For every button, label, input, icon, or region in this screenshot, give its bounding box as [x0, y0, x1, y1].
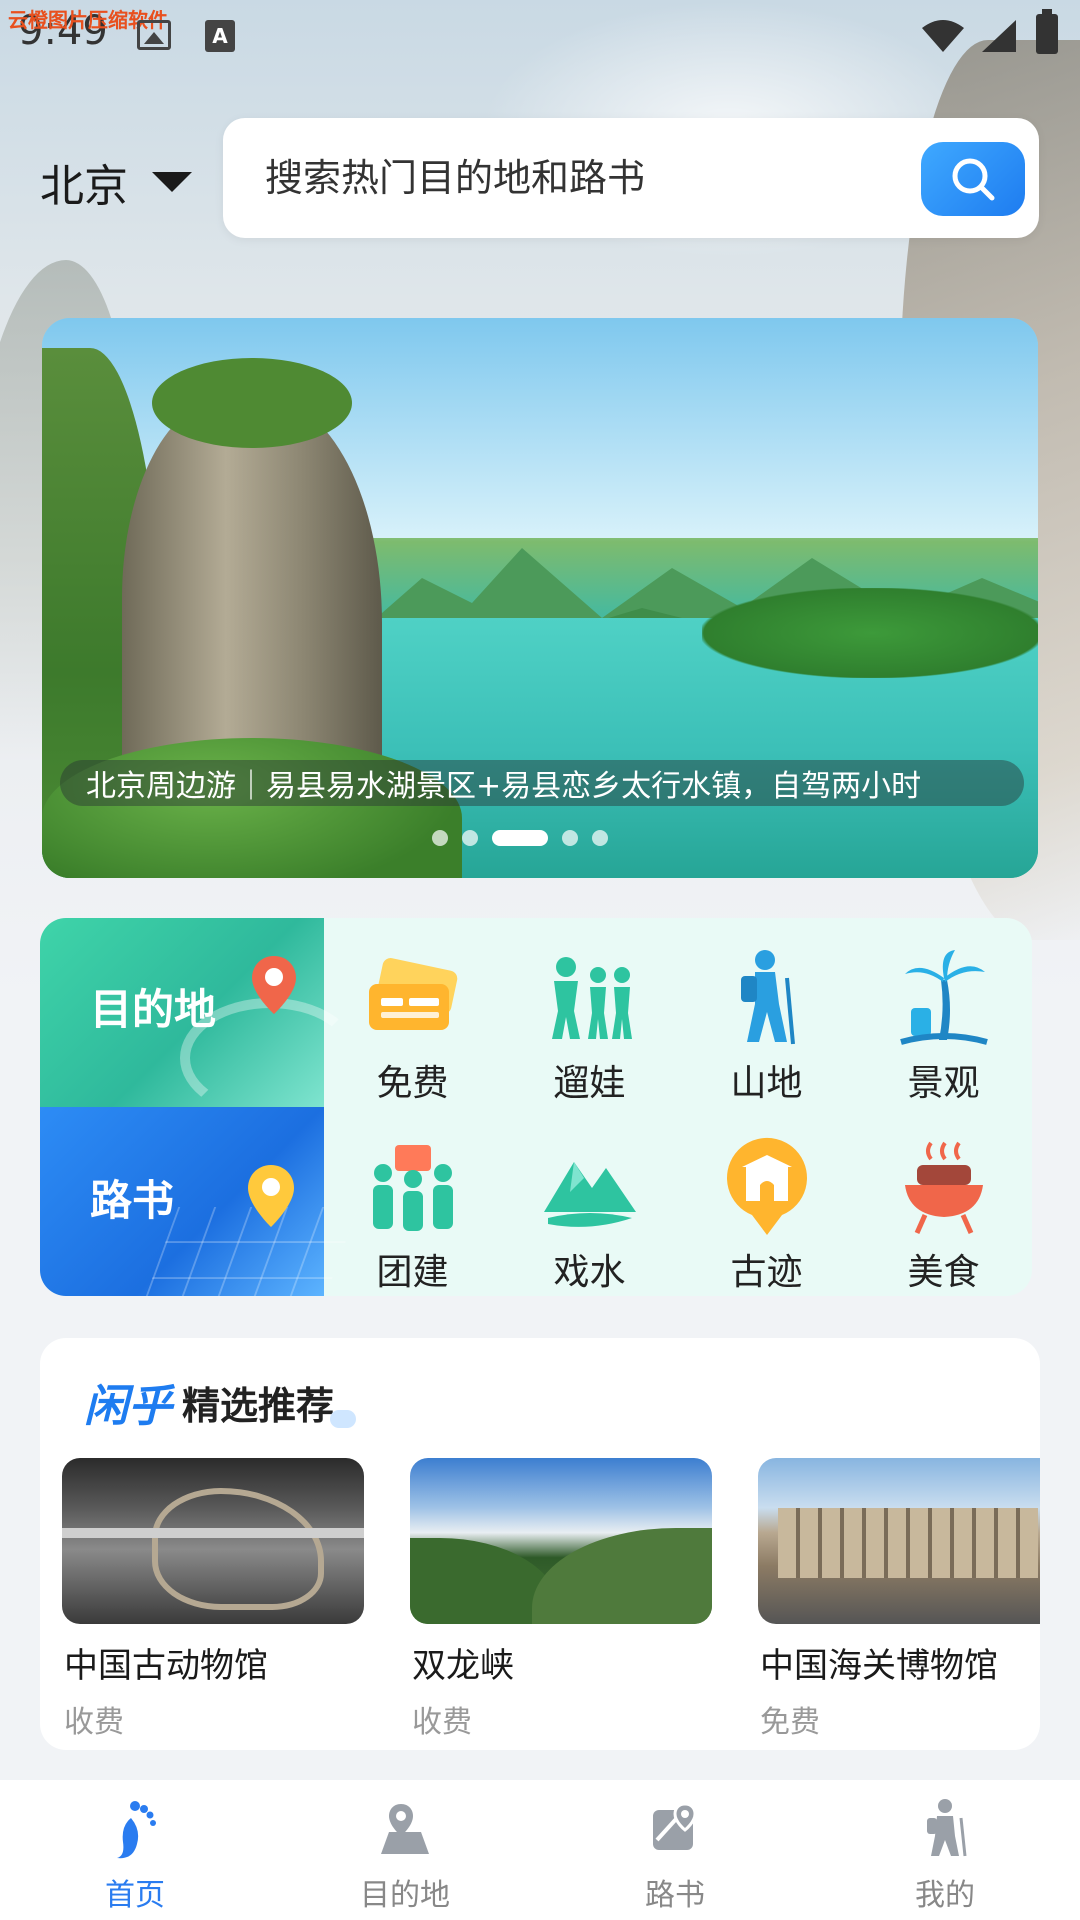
carousel-dot[interactable]: [562, 830, 578, 846]
banner-carousel[interactable]: 北京周边游｜易县易水湖景区+易县恋乡太行水镇，自驾两小时: [42, 318, 1038, 878]
battery-icon: [1036, 9, 1058, 54]
tab-label: 路书: [645, 1878, 705, 1913]
recommendation-image: [410, 1458, 712, 1624]
category-teambuilding[interactable]: 团建: [324, 1107, 501, 1296]
carousel-dot[interactable]: [592, 830, 608, 846]
hiker-profile-icon: [913, 1796, 977, 1860]
recommendation-price: 免费: [760, 1705, 820, 1740]
wifi-icon: [922, 20, 964, 52]
banner-caption-text: 北京周边游｜易县易水湖景区+易县恋乡太行水镇，自驾两小时: [86, 769, 922, 804]
recommendation-name: 中国古动物馆: [64, 1646, 268, 1686]
category-label: 景观: [907, 1063, 980, 1104]
tab-label: 我的: [915, 1878, 975, 1913]
category-label: 团建: [376, 1252, 449, 1293]
category-mountain[interactable]: 山地: [678, 918, 855, 1107]
category-heritage[interactable]: 古迹: [678, 1107, 855, 1296]
image-notification-icon: [137, 20, 171, 50]
recommendation-image: [758, 1458, 1040, 1624]
carousel-dot[interactable]: [432, 830, 448, 846]
ticket-icon: [363, 948, 463, 1048]
recommendation-item[interactable]: 中国海关博物馆 免费: [758, 1458, 1040, 1741]
category-grid: 免费 遛娃 山地 景观 团建 戏水 古迹 美食: [324, 918, 1032, 1296]
destination-tile-label: 目的地: [90, 985, 217, 1034]
city-selector[interactable]: 北京: [40, 150, 192, 214]
recommendation-name: 双龙峡: [412, 1646, 514, 1686]
recommendation-image: [62, 1458, 364, 1624]
section-title: 精选推荐: [182, 1375, 357, 1430]
search-input[interactable]: [265, 156, 885, 200]
recommendation-name: 中国海关博物馆: [760, 1646, 998, 1686]
category-label: 山地: [730, 1063, 803, 1104]
category-panel: 目的地 路书 免费 遛娃 山地 景观 团建 戏水 古迹 美食: [40, 918, 1032, 1296]
brand-logo: 闲乎: [84, 1381, 172, 1432]
hiker-icon: [717, 948, 817, 1048]
bottom-tab-bar: 首页 目的地 路书 我的: [0, 1780, 1080, 1920]
ancient-gate-icon: [717, 1137, 817, 1237]
search-icon: [952, 158, 995, 201]
recommendation-price: 收费: [412, 1705, 472, 1740]
carousel-dot[interactable]: [462, 830, 478, 846]
category-label: 戏水: [553, 1252, 626, 1293]
palm-tree-icon: [894, 948, 994, 1048]
recommendation-list: 中国古动物馆 收费 双龙峡 收费 中国海关博物馆 免费: [62, 1458, 1040, 1741]
banner-island: [702, 588, 1038, 678]
recommendation-price: 收费: [64, 1705, 124, 1740]
font-notification-icon: A: [205, 20, 235, 52]
recommendation-card: 闲乎 精选推荐 中国古动物馆 收费 双龙峡 收费 中国海关博物馆 免费: [40, 1338, 1040, 1750]
city-name: 北京: [40, 161, 128, 212]
team-icon: [363, 1137, 463, 1237]
category-water[interactable]: 戏水: [501, 1107, 678, 1296]
tab-roadbook[interactable]: 路书: [540, 1780, 810, 1920]
map-location-icon: [373, 1796, 437, 1860]
route-map-icon: [643, 1796, 707, 1860]
status-bar: 9:49 云橙图片压缩软件 A: [0, 0, 1080, 70]
banner-caption: 北京周边游｜易县易水湖景区+易县恋乡太行水镇，自驾两小时: [60, 760, 1024, 806]
roadbook-tile[interactable]: 路书: [40, 1107, 359, 1296]
carousel-indicators: [42, 830, 1038, 846]
tab-home[interactable]: 首页: [0, 1780, 270, 1920]
category-food[interactable]: 美食: [855, 1107, 1032, 1296]
category-label: 古迹: [730, 1252, 803, 1293]
search-bar: [223, 118, 1039, 238]
category-label: 免费: [376, 1063, 449, 1104]
recommendation-item[interactable]: 中国古动物馆 收费: [62, 1458, 364, 1741]
tab-destination[interactable]: 目的地: [270, 1780, 540, 1920]
tab-profile[interactable]: 我的: [810, 1780, 1080, 1920]
chevron-down-icon: [152, 172, 192, 192]
mountain-river-icon: [540, 1137, 640, 1237]
category-label: 遛娃: [553, 1063, 626, 1104]
carousel-dot-active[interactable]: [492, 830, 548, 846]
search-button[interactable]: [921, 142, 1025, 216]
roadbook-tile-label: 路书: [90, 1176, 175, 1225]
bbq-grill-icon: [894, 1137, 994, 1237]
recommendation-header: 闲乎 精选推荐: [84, 1370, 357, 1434]
tab-label: 目的地: [360, 1878, 450, 1913]
category-kids[interactable]: 遛娃: [501, 918, 678, 1107]
category-scenery[interactable]: 景观: [855, 918, 1032, 1107]
banner-cliff-trees: [152, 358, 352, 448]
footprint-icon: [103, 1796, 167, 1860]
signal-icon: [982, 20, 1016, 52]
category-free[interactable]: 免费: [324, 918, 501, 1107]
recommendation-item[interactable]: 双龙峡 收费: [410, 1458, 712, 1741]
tab-label: 首页: [105, 1878, 165, 1913]
category-label: 美食: [907, 1252, 980, 1293]
destination-tile[interactable]: 目的地: [40, 918, 360, 1118]
family-icon: [540, 948, 640, 1048]
map-pin-icon: [252, 956, 296, 1014]
location-pin-icon: [248, 1165, 294, 1227]
